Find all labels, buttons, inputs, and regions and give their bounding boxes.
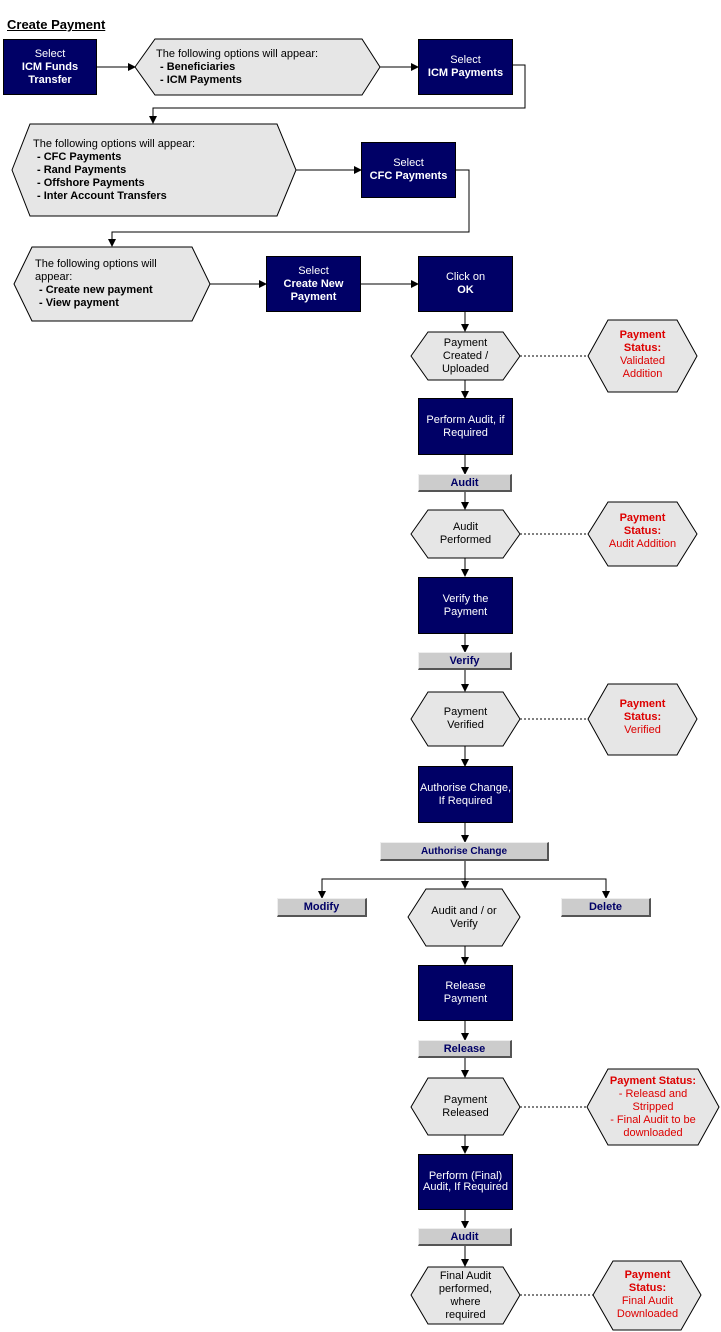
step-text: Verify the (442, 592, 489, 605)
options-list-3: The following options will appear: - Cre… (35, 254, 195, 314)
label-line: Created / (442, 349, 489, 362)
audit-or-verify-label: Audit and / or Verify (426, 889, 502, 946)
payment-verified-label: Payment Verified (428, 692, 503, 746)
label-line: Payment (443, 336, 488, 349)
status-heading: Payment Status: (609, 1074, 697, 1087)
step-text: Perform Audit, if (426, 413, 505, 426)
option-beneficiaries: - Beneficiaries (160, 60, 236, 73)
status-value: Addition (622, 368, 663, 380)
audit-button[interactable]: Audit (418, 474, 512, 492)
status-final: Payment Status: Final Audit Downloaded (605, 1263, 690, 1327)
option-cfc-payments: - CFC Payments (37, 150, 122, 163)
status-heading: Status: (623, 342, 662, 354)
step-release-payment: Release Payment (418, 965, 513, 1021)
payment-created-label: Payment Created / Uploaded (428, 332, 503, 380)
step-text: Payment (443, 993, 488, 1005)
step-text: Select (450, 54, 481, 66)
label-line: Performed (439, 534, 492, 546)
label-line: Audit and / or (431, 904, 497, 917)
status-heading: Status: (623, 710, 662, 723)
payment-released-label: Payment Released (428, 1078, 503, 1135)
label-line: Uploaded (441, 362, 490, 375)
step-text: Select (34, 47, 66, 60)
step-text: Authorise Change, (419, 781, 512, 794)
step-text: Audit, If Required (423, 1181, 508, 1193)
final-audit-done-label: Final Audit performed, where required (428, 1268, 503, 1324)
status-verified: Payment Status: Verified (600, 690, 685, 744)
options-list-1: The following options will appear: - Ben… (156, 43, 366, 91)
step-text-bold: ICM Funds (21, 60, 79, 73)
step-text-bold: CFC Payments (369, 170, 448, 182)
status-heading: Status: (623, 524, 662, 537)
status-value: Downloaded (616, 1308, 679, 1320)
status-heading: Payment (619, 697, 666, 710)
status-value: Final Audit (621, 1295, 674, 1307)
label-line: Payment (443, 1093, 488, 1106)
options-intro: appear: (35, 271, 73, 283)
step-text: Release (445, 980, 486, 992)
status-audited: Payment Status: Audit Addition (600, 504, 685, 558)
step-text: Payment (443, 605, 488, 618)
option-create-new-payment: - Create new payment (39, 284, 153, 296)
label-line: required (445, 1309, 486, 1321)
label-line: Verify (450, 917, 478, 930)
option-icm-payments: - ICM Payments (160, 73, 242, 86)
status-value: downloaded (623, 1126, 683, 1139)
delete-button[interactable]: Delete (561, 898, 651, 917)
label-line: where (450, 1296, 481, 1308)
label-line: Verified (447, 719, 484, 731)
step-text: Required (443, 426, 488, 439)
step-verify-payment: Verify the Payment (418, 577, 513, 634)
status-heading: Status: (628, 1282, 667, 1294)
status-value: - Final Audit to be (610, 1113, 696, 1126)
options-list-2: The following options will appear: - CFC… (33, 132, 273, 208)
step-select-cfc-payments: Select CFC Payments (361, 142, 456, 198)
step-text-bold: Create New (283, 277, 344, 290)
option-inter-account-transfers: - Inter Account Transfers (37, 189, 167, 202)
step-select-create-new-payment: Select Create New Payment (266, 256, 361, 312)
status-heading: Payment (624, 1269, 671, 1281)
status-value: - Releasd and (618, 1087, 688, 1100)
step-text: Click on (445, 271, 486, 283)
label-line: Audit (452, 521, 479, 533)
step-select-icm-payments: Select ICM Payments (418, 39, 513, 95)
options-intro: The following options will appear: (156, 47, 319, 60)
step-text: Select (298, 264, 329, 277)
label-line: Final Audit (439, 1270, 492, 1282)
status-value: Validated (619, 355, 666, 367)
step-text: Select (393, 157, 424, 169)
audit-button-final[interactable]: Audit (418, 1228, 512, 1246)
step-text-bold: Payment (290, 290, 337, 303)
option-rand-payments: - Rand Payments (37, 163, 127, 176)
step-text-bold: ICM Payments (427, 67, 504, 79)
verify-button[interactable]: Verify (418, 652, 512, 670)
label-line: performed, (438, 1283, 493, 1295)
step-perform-audit: Perform Audit, if Required (418, 398, 513, 455)
status-value: Stripped (632, 1100, 674, 1113)
step-text-bold: OK (457, 284, 474, 296)
status-heading: Payment (619, 329, 666, 341)
label-line: Released (442, 1106, 489, 1119)
options-intro: The following options will appear: (33, 137, 196, 150)
status-heading: Payment (619, 511, 666, 524)
status-created: Payment Status: Validated Addition (600, 322, 685, 388)
label-line: Payment (443, 706, 488, 718)
step-text: If Required (438, 794, 493, 807)
options-intro: The following options will (35, 258, 157, 270)
option-view-payment: - View payment (39, 297, 119, 309)
audit-performed-label: Audit Performed (428, 510, 503, 558)
step-text-bold: Transfer (28, 73, 72, 86)
status-released: Payment Status: - Releasd and Stripped -… (603, 1071, 703, 1143)
option-offshore-payments: - Offshore Payments (37, 176, 145, 189)
step-final-audit: Perform (Final) Audit, If Required (418, 1154, 513, 1210)
status-value: Verified (624, 723, 661, 736)
step-authorise-change: Authorise Change, If Required (418, 766, 513, 823)
modify-button[interactable]: Modify (277, 898, 367, 917)
release-button[interactable]: Release (418, 1040, 512, 1058)
status-value: Audit Addition (608, 537, 677, 550)
authorise-change-button[interactable]: Authorise Change (380, 842, 549, 861)
step-select-icm-funds-transfer: Select ICM Funds Transfer (3, 39, 97, 95)
page-title: Create Payment (7, 17, 106, 32)
step-click-ok: Click on OK (418, 256, 513, 312)
